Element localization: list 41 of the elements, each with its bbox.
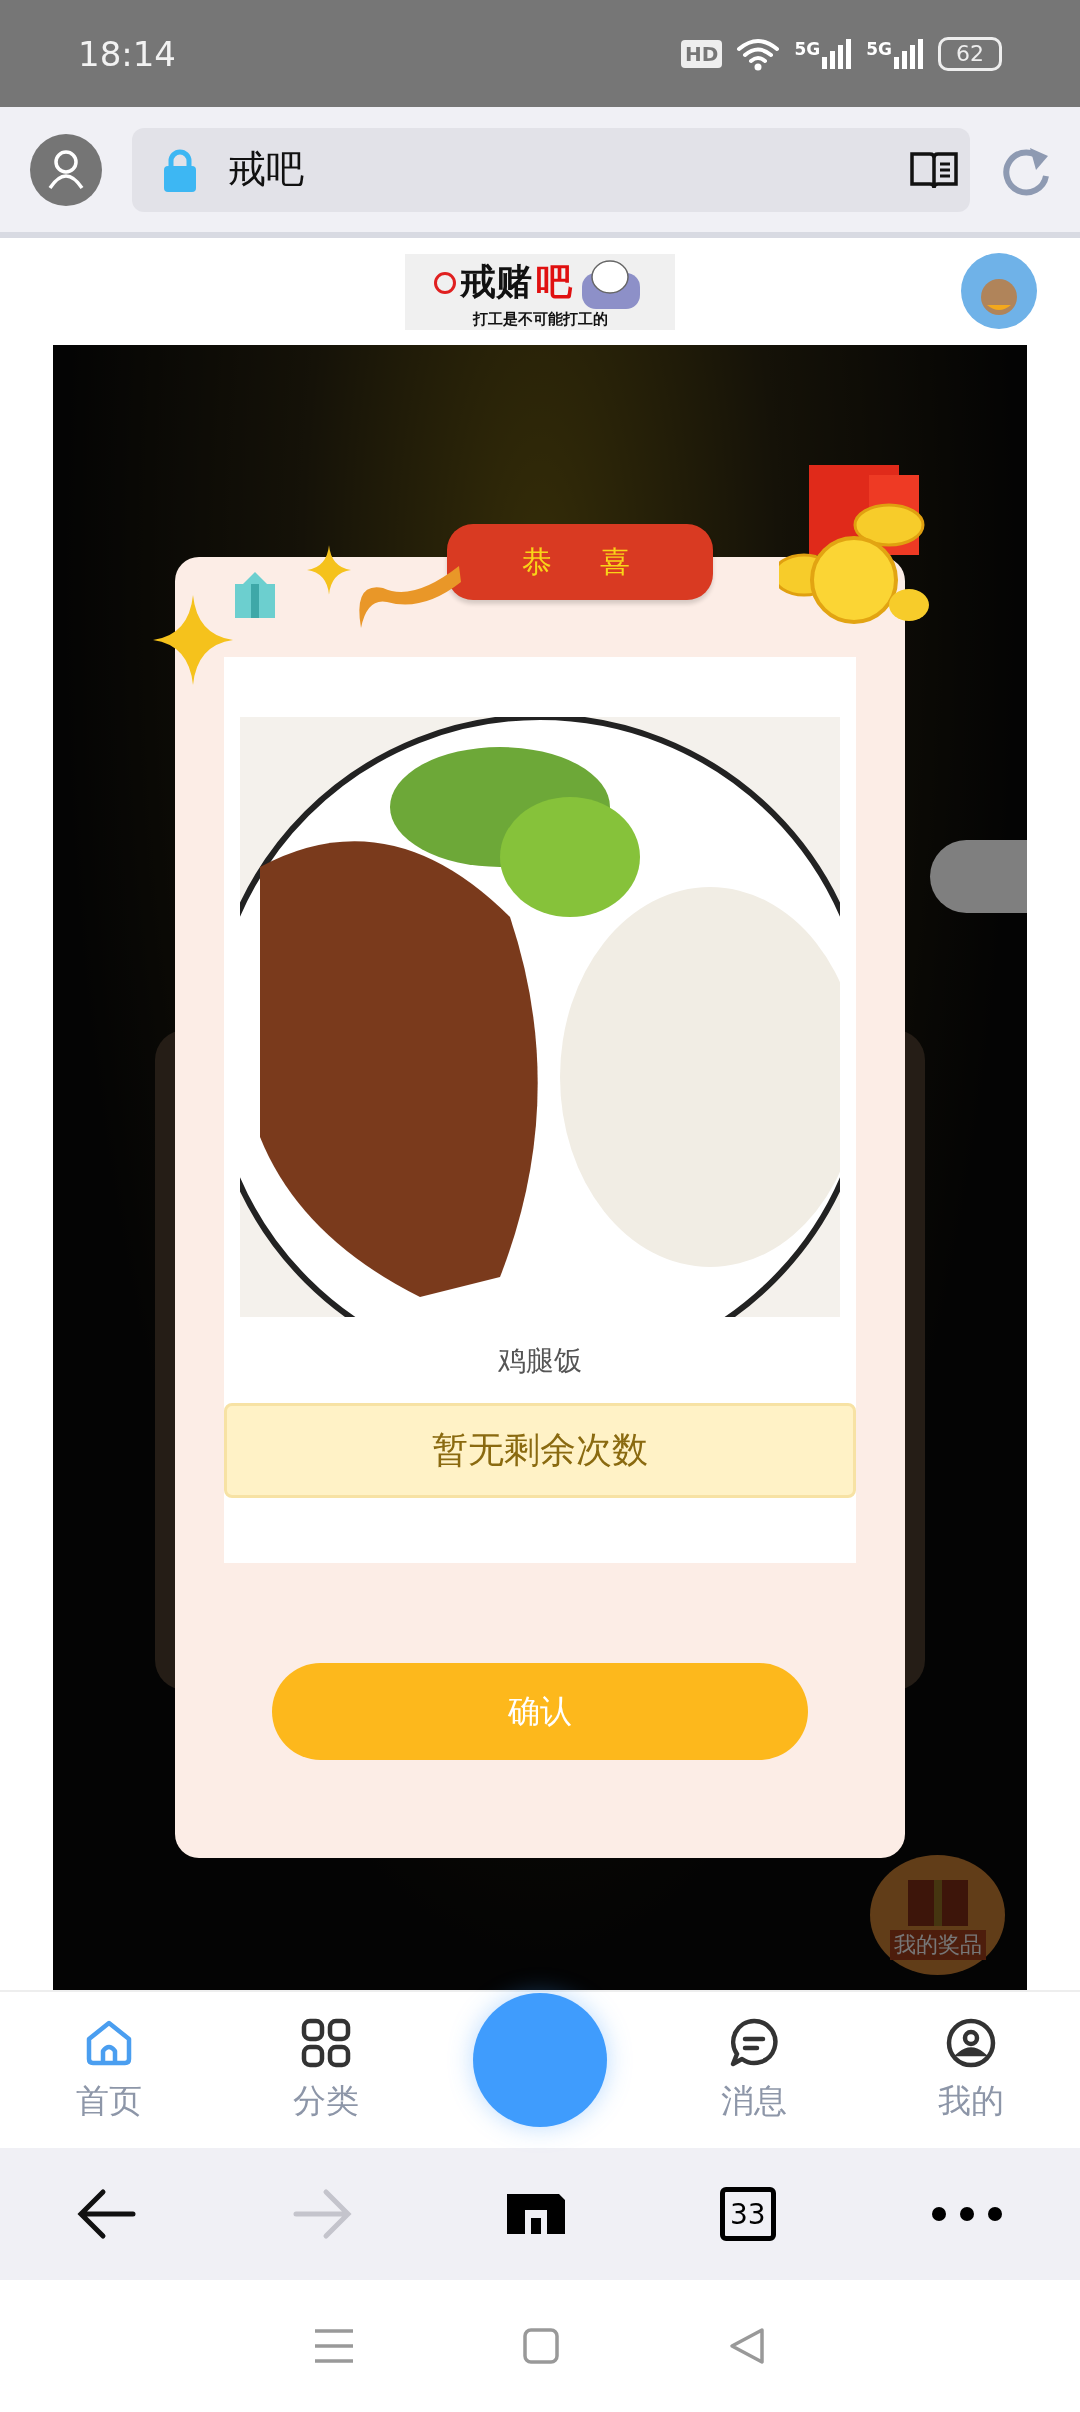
logo-title: 戒赌 <box>460 260 532 304</box>
lock-icon <box>164 147 196 192</box>
logo-subtitle: 打工是不可能打工的 <box>472 309 608 328</box>
back-icon[interactable] <box>77 2186 138 2242</box>
profile-icon[interactable] <box>30 133 102 206</box>
hd-label: HD <box>681 39 723 68</box>
square-icon[interactable] <box>523 2328 559 2364</box>
logo-accent: 吧 <box>536 260 572 304</box>
tab-count-button[interactable]: 33 <box>719 2187 776 2241</box>
battery-icon: 62 <box>938 36 1002 71</box>
sparkle-icon <box>307 545 351 595</box>
status-time: 18:14 <box>78 33 176 74</box>
more-icon[interactable] <box>930 2206 1003 2222</box>
address-field[interactable]: 戒吧 <box>132 127 970 212</box>
tab-item[interactable]: 我的 <box>901 2016 1042 2124</box>
center-action-button[interactable] <box>472 1993 607 2127</box>
prize-name: 鸡腿饭 <box>498 1343 582 1379</box>
signal-icon <box>894 38 924 69</box>
home-icon[interactable] <box>507 2194 565 2234</box>
chat-icon <box>728 2016 781 2069</box>
gift-icon <box>233 570 277 620</box>
tab-item[interactable]: 消息 <box>684 2016 825 2124</box>
user-icon <box>945 2016 998 2069</box>
side-tab[interactable] <box>930 840 1027 913</box>
dialog-title: 恭 喜 <box>447 524 713 600</box>
confirm-button[interactable]: 确认 <box>272 1663 808 1760</box>
cross-icon <box>434 271 456 294</box>
signal-icon <box>822 38 853 69</box>
menu-icon[interactable] <box>315 2328 353 2364</box>
reader-mode-icon[interactable] <box>910 149 958 190</box>
notice-banner: 暂无剩余次数 <box>224 1403 856 1498</box>
grid-icon <box>299 2016 352 2069</box>
tab-item[interactable]: 首页 <box>38 2016 179 2124</box>
wifi-icon <box>736 36 781 71</box>
triangle-back-icon[interactable] <box>729 2327 765 2365</box>
network-label: 5G <box>866 38 892 59</box>
tab-item[interactable]: 分类 <box>255 2016 396 2124</box>
avatar[interactable] <box>961 253 1037 329</box>
site-logo[interactable]: 戒赌吧 打工是不可能打工的 <box>405 253 675 330</box>
network-label: 5G <box>794 38 821 59</box>
sparkle-icon <box>153 595 233 685</box>
